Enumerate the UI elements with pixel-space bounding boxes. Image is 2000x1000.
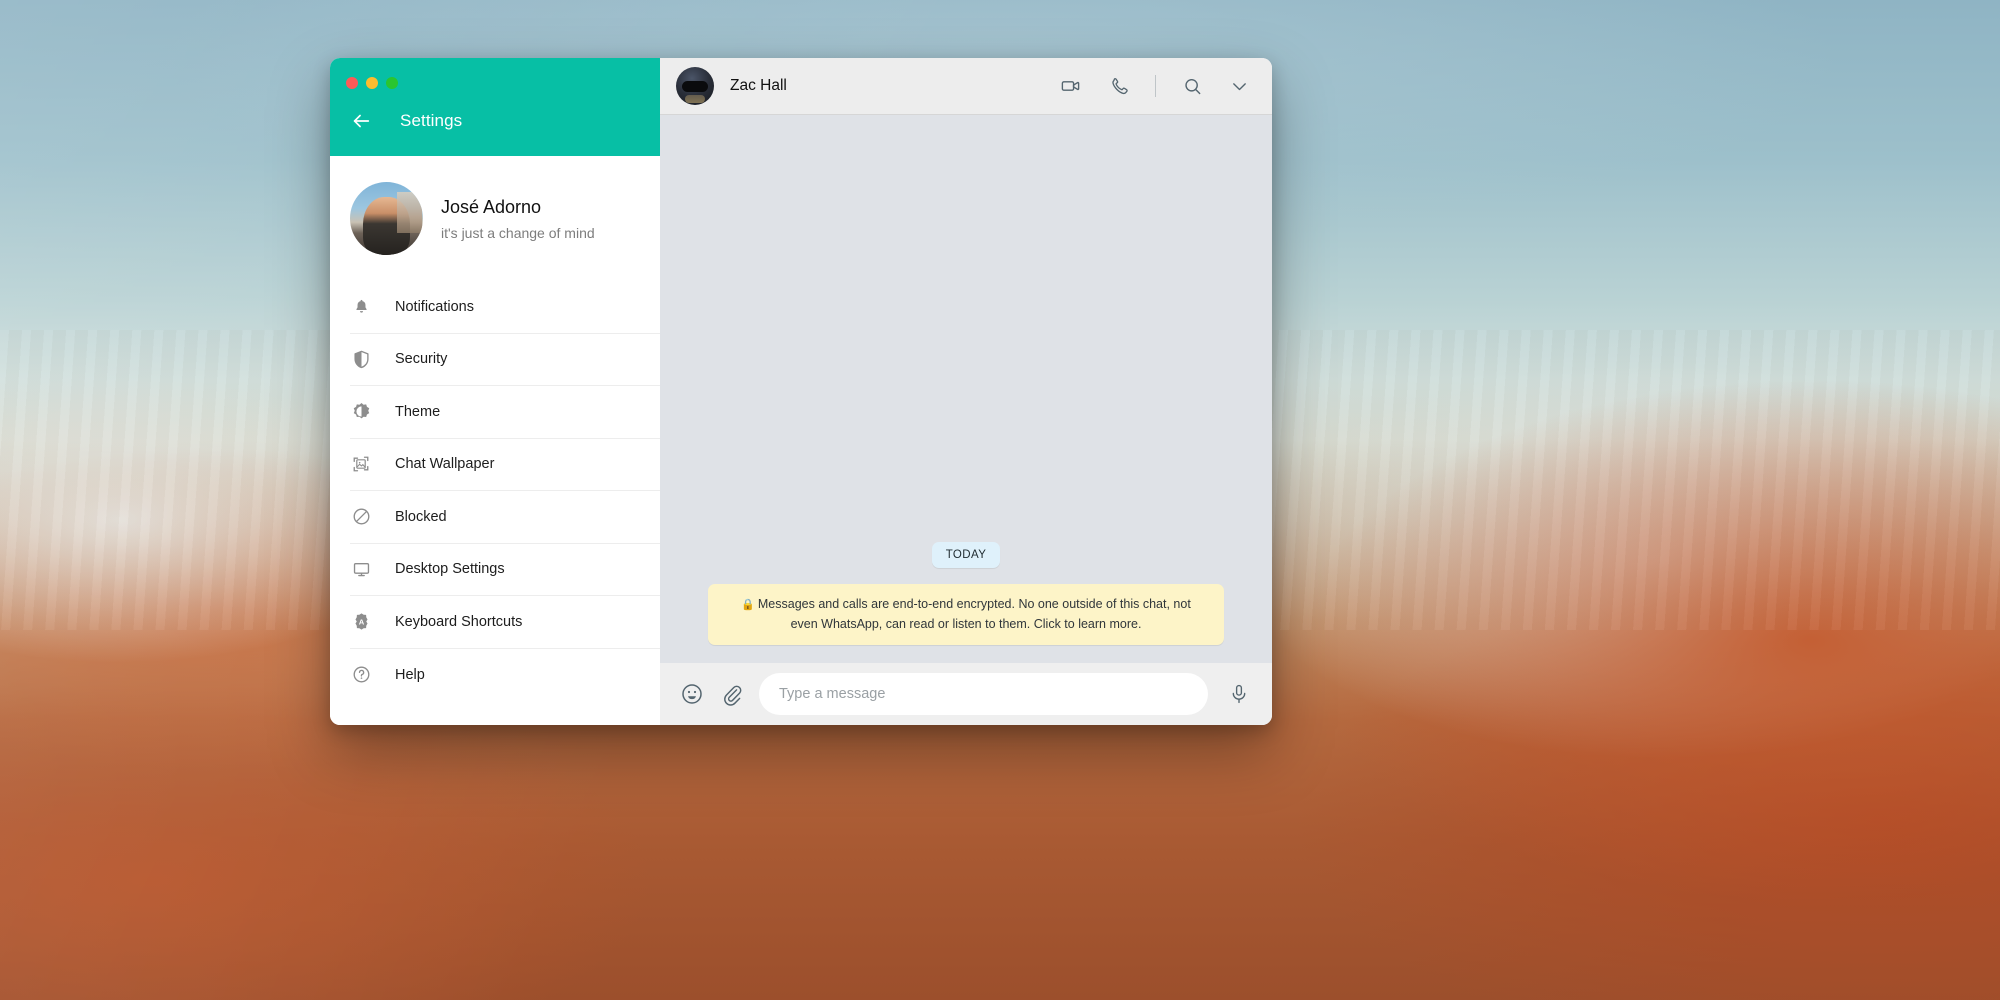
- settings-header: Settings: [330, 58, 660, 156]
- window-traffic-lights: [346, 77, 398, 89]
- monitor-icon: [350, 558, 372, 580]
- sidebar-item-theme[interactable]: Theme: [350, 386, 660, 439]
- chat-header-actions: [1060, 75, 1250, 97]
- sidebar-item-label: Blocked: [395, 509, 447, 525]
- lock-icon: 🔒: [741, 599, 755, 611]
- image-frame-icon: [350, 453, 372, 475]
- settings-sidebar: Settings José Adorno it's just a change …: [330, 58, 660, 725]
- settings-titlebar: Settings: [330, 110, 660, 132]
- bell-icon: [350, 296, 372, 318]
- sidebar-item-label: Help: [395, 667, 425, 683]
- avatar[interactable]: [350, 182, 423, 255]
- question-circle-icon: [350, 664, 372, 686]
- minimize-window-button[interactable]: [366, 77, 378, 89]
- video-call-icon[interactable]: [1060, 75, 1082, 97]
- sidebar-item-security[interactable]: Security: [350, 334, 660, 387]
- sidebar-item-label: Theme: [395, 404, 440, 420]
- page-title: Settings: [400, 111, 462, 131]
- whatsapp-window: Settings José Adorno it's just a change …: [330, 58, 1272, 725]
- sidebar-item-label: Notifications: [395, 299, 474, 315]
- chat-header: Zac Hall: [660, 58, 1272, 115]
- sidebar-item-label: Desktop Settings: [395, 561, 505, 577]
- chevron-down-icon[interactable]: [1229, 76, 1250, 97]
- profile-name: José Adorno: [441, 197, 595, 218]
- message-input[interactable]: [759, 673, 1208, 715]
- profile-row[interactable]: José Adorno it's just a change of mind: [330, 156, 660, 281]
- date-divider: TODAY: [932, 542, 1001, 568]
- sidebar-item-chat-wallpaper[interactable]: Chat Wallpaper: [350, 439, 660, 492]
- profile-status: it's just a change of mind: [441, 225, 595, 241]
- zoom-window-button[interactable]: [386, 77, 398, 89]
- sidebar-item-blocked[interactable]: Blocked: [350, 491, 660, 544]
- message-composer: [660, 663, 1272, 725]
- close-window-button[interactable]: [346, 77, 358, 89]
- sidebar-item-notifications[interactable]: Notifications: [350, 281, 660, 334]
- sidebar-item-desktop-settings[interactable]: Desktop Settings: [350, 544, 660, 597]
- paperclip-icon[interactable]: [720, 683, 743, 706]
- chat-message-area: TODAY 🔒Messages and calls are end-to-end…: [660, 115, 1272, 663]
- avatar[interactable]: [676, 67, 714, 105]
- shield-icon: [350, 348, 372, 370]
- sidebar-item-help[interactable]: Help: [350, 649, 660, 702]
- chat-panel: Zac Hall: [660, 58, 1272, 725]
- voice-call-icon[interactable]: [1108, 76, 1129, 97]
- contact-name: Zac Hall: [730, 77, 787, 95]
- keyboard-badge-a-icon: A: [350, 611, 372, 633]
- header-divider: [1155, 75, 1156, 97]
- encryption-notice[interactable]: 🔒Messages and calls are end-to-end encry…: [708, 584, 1224, 645]
- smiley-icon[interactable]: [680, 682, 704, 706]
- svg-text:A: A: [358, 618, 364, 627]
- profile-texts: José Adorno it's just a change of mind: [441, 197, 595, 241]
- settings-menu: Notifications Security: [330, 281, 660, 701]
- encryption-notice-text: Messages and calls are end-to-end encryp…: [758, 597, 1191, 630]
- sidebar-item-label: Chat Wallpaper: [395, 456, 494, 472]
- sidebar-item-keyboard-shortcuts[interactable]: A Keyboard Shortcuts: [350, 596, 660, 649]
- sidebar-item-label: Security: [395, 351, 447, 367]
- sidebar-item-label: Keyboard Shortcuts: [395, 614, 522, 630]
- microphone-icon[interactable]: [1228, 683, 1250, 705]
- block-circle-icon: [350, 506, 372, 528]
- search-icon[interactable]: [1182, 76, 1203, 97]
- brightness-icon: [350, 401, 372, 423]
- arrow-left-icon[interactable]: [350, 110, 372, 132]
